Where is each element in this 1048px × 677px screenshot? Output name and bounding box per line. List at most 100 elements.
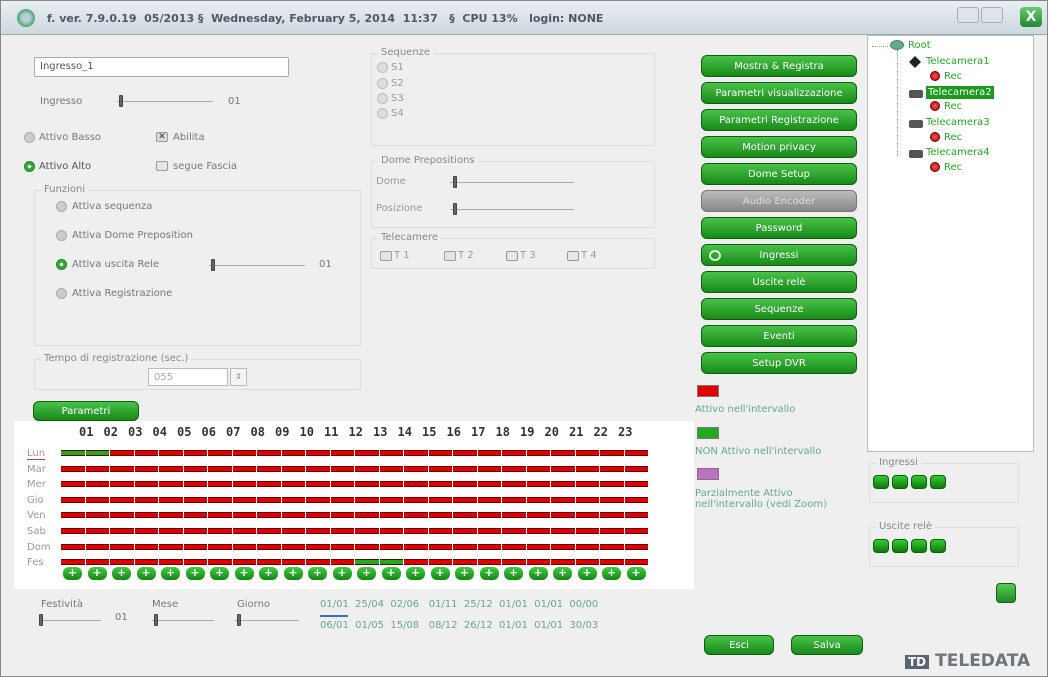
schedule-cell[interactable] (134, 512, 158, 519)
schedule-cell[interactable] (61, 512, 85, 519)
seq-4-radio[interactable] (377, 108, 388, 119)
dome-slider-track[interactable] (450, 182, 574, 183)
seq-2-radio[interactable] (377, 78, 388, 89)
schedule-cell[interactable] (208, 512, 232, 519)
plus-icon[interactable]: + (332, 567, 352, 580)
schedule-cell[interactable] (526, 559, 550, 566)
schedule-cell[interactable] (134, 559, 158, 566)
seq-3-radio[interactable] (377, 93, 388, 104)
schedule-cell[interactable] (600, 512, 624, 519)
schedule-cell[interactable] (281, 543, 305, 550)
ingresso-slider-track[interactable] (117, 101, 213, 102)
schedule-cell[interactable] (551, 512, 575, 519)
schedule-cell[interactable] (624, 512, 648, 519)
schedule-cell[interactable] (502, 559, 526, 566)
schedule-cell[interactable] (551, 496, 575, 503)
schedule-cell[interactable] (306, 543, 330, 550)
schedule-cell[interactable] (551, 528, 575, 534)
minimize-button[interactable] (957, 7, 979, 23)
motion-privacy-button[interactable]: Motion privacy (701, 136, 857, 158)
schedule-cell[interactable] (257, 465, 281, 472)
schedule-cell[interactable] (110, 496, 134, 503)
schedule-cell[interactable] (281, 496, 305, 503)
schedule-cell[interactable] (306, 496, 330, 503)
mese-slider-track[interactable] (152, 620, 214, 621)
schedule-cell[interactable] (61, 559, 85, 566)
schedule-cell[interactable] (428, 496, 452, 503)
schedule-cell[interactable] (330, 465, 354, 472)
schedule-cell[interactable] (134, 450, 158, 456)
plus-icon[interactable]: + (357, 567, 376, 580)
schedule-cell[interactable] (134, 481, 158, 488)
schedule-cell[interactable] (208, 481, 232, 488)
schedule-cell[interactable] (428, 450, 452, 456)
schedule-cell[interactable] (428, 465, 452, 472)
schedule-cell[interactable] (110, 512, 134, 519)
schedule-cell[interactable] (526, 543, 550, 550)
esci-button[interactable]: Esci (704, 635, 774, 655)
dome-slider-thumb[interactable] (453, 176, 457, 188)
schedule-cell[interactable] (330, 528, 354, 534)
tree-root[interactable]: Root (908, 40, 931, 51)
plus-icon[interactable]: + (210, 567, 229, 580)
schedule-cell[interactable] (232, 496, 256, 503)
schedule-cell[interactable] (85, 465, 109, 472)
schedule-cell[interactable] (624, 528, 648, 534)
schedule-cell[interactable] (575, 496, 599, 503)
plus-icon[interactable]: + (136, 567, 156, 580)
schedule-cell[interactable] (85, 496, 109, 503)
schedule-cell[interactable] (453, 559, 477, 566)
attiva-sequenza-radio[interactable] (56, 201, 67, 212)
schedule-cell[interactable] (110, 559, 134, 566)
attiva-rele-radio[interactable] (56, 259, 67, 270)
schedule-cell[interactable] (600, 450, 624, 456)
schedule-cell[interactable] (575, 465, 599, 472)
plus-icon[interactable]: + (283, 567, 303, 580)
ingresso-slider-thumb[interactable] (119, 95, 123, 107)
parametri-registrazione-button[interactable]: Parametri Registrazione (701, 109, 857, 131)
schedule-cell[interactable] (477, 559, 501, 566)
schedule-cell[interactable] (355, 496, 379, 503)
schedule-cell[interactable] (477, 496, 501, 503)
schedule-cell[interactable] (526, 481, 550, 488)
plus-icon[interactable]: + (234, 567, 254, 580)
schedule-cell[interactable] (600, 559, 624, 566)
schedule-cell[interactable] (624, 559, 648, 566)
schedule-cell[interactable] (330, 559, 354, 566)
schedule-cell[interactable] (526, 496, 550, 503)
schedule-cell[interactable] (477, 450, 501, 456)
eventi-button[interactable]: Eventi (701, 325, 857, 347)
schedule-cell[interactable] (453, 465, 477, 472)
schedule-cell[interactable] (551, 450, 575, 456)
schedule-cell[interactable] (477, 512, 501, 519)
password-button[interactable]: Password (701, 217, 857, 239)
schedule-cell[interactable] (379, 559, 403, 566)
schedule-cell[interactable] (453, 481, 477, 488)
schedule-cell[interactable] (208, 528, 232, 534)
audio-encoder-button[interactable]: Audio Encoder (701, 190, 857, 212)
schedule-cell[interactable] (477, 543, 501, 550)
plus-icon[interactable]: + (455, 567, 474, 580)
schedule-cell[interactable] (502, 512, 526, 519)
ingressi-button[interactable]: Ingressi (701, 244, 857, 266)
sequenze-button[interactable]: Sequenze (701, 298, 857, 320)
close-button[interactable]: X (1020, 7, 1042, 27)
schedule-cell[interactable] (600, 496, 624, 503)
schedule-cell[interactable] (110, 528, 134, 534)
dome-setup-button[interactable]: Dome Setup (701, 163, 857, 185)
schedule-cell[interactable] (502, 481, 526, 488)
schedule-cell[interactable] (428, 543, 452, 550)
festivita-slider-track[interactable] (39, 620, 101, 621)
schedule-cell[interactable] (355, 543, 379, 550)
schedule-cell[interactable] (281, 528, 305, 534)
schedule-cell[interactable] (306, 450, 330, 456)
schedule-cell[interactable] (159, 512, 183, 519)
schedule-cell[interactable] (575, 481, 599, 488)
plus-icon[interactable]: + (479, 567, 499, 580)
schedule-cell[interactable] (428, 481, 452, 488)
tree-cam3[interactable]: Telecamera3 (926, 117, 990, 128)
schedule-cell[interactable] (183, 543, 207, 550)
schedule-cell[interactable] (330, 450, 354, 456)
schedule-cell[interactable] (355, 528, 379, 534)
attivo-basso-radio[interactable] (24, 132, 35, 143)
